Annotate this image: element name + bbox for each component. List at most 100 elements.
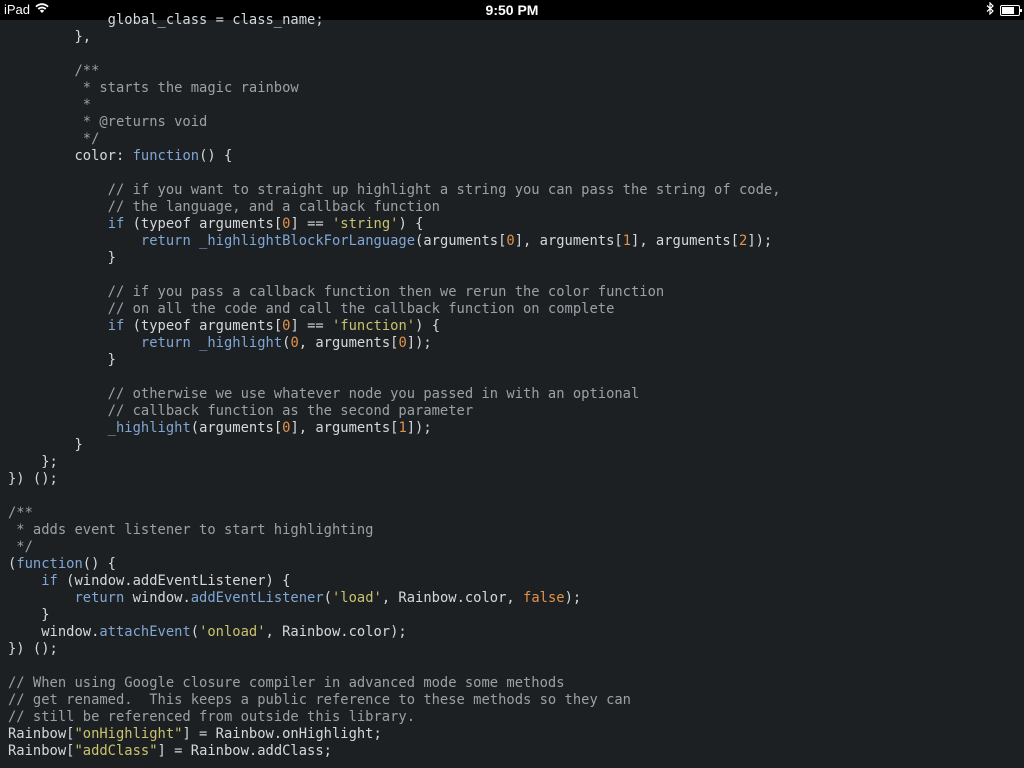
code-token-plain: () { (199, 148, 233, 164)
code-token-keyword: function (16, 556, 83, 572)
code-token-func: _highlight (107, 420, 191, 436)
code-line: // otherwise we use whatever node you pa… (8, 386, 1018, 403)
code-token-keyword: return (140, 233, 191, 249)
code-line: (function() { (8, 556, 1018, 573)
code-line: // if you pass a callback function then … (8, 284, 1018, 301)
code-token-plain: (arguments[ (415, 233, 507, 249)
code-line: return window.addEventListener('load', R… (8, 590, 1018, 607)
code-token-comment: // if you want to straight up highlight … (8, 182, 781, 198)
code-token-plain: ( (323, 590, 332, 606)
code-token-plain: ]); (406, 420, 432, 436)
code-line: } (8, 437, 1018, 454)
code-line: */ (8, 539, 1018, 556)
code-line: * adds event listener to start highlight… (8, 522, 1018, 539)
code-token-comment: * @returns void (8, 114, 208, 130)
code-token-comment: * starts the magic rainbow (8, 80, 299, 96)
code-token-comment: // still be referenced from outside this… (8, 709, 416, 725)
code-line: return _highlight(0, arguments[0]); (8, 335, 1018, 352)
code-token-plain: } (8, 607, 50, 623)
code-token-plain: (window.addEventListener) { (57, 573, 291, 589)
code-token-plain: ) { (415, 318, 440, 334)
code-token-string: 'string' (332, 216, 399, 232)
code-token-number: 0 (398, 335, 407, 351)
code-token-plain: ( (190, 624, 200, 640)
code-token-plain: ], arguments[ (290, 420, 399, 436)
code-line: * @returns void (8, 114, 1018, 131)
code-line: // still be referenced from outside this… (8, 709, 1018, 726)
code-token-plain: (typeof arguments[ (124, 318, 283, 334)
code-line: // on all the code and call the callback… (8, 301, 1018, 318)
code-token-string: 'load' (331, 590, 382, 606)
code-token-comment: */ (8, 131, 100, 147)
code-token-func: attachEvent (99, 624, 191, 640)
code-token-comment: * (8, 97, 92, 113)
code-token-keyword: return (140, 335, 191, 351)
code-token-plain: , Rainbow.color); (265, 624, 407, 640)
code-token-plain: , Rainbow.color, (381, 590, 524, 606)
code-token-keyword: if (41, 573, 58, 589)
code-token-plain: Rainbow[ (8, 743, 75, 759)
code-line: } (8, 607, 1018, 624)
code-token-comment: // get renamed. This keeps a public refe… (8, 692, 631, 708)
code-token-plain: } (8, 352, 116, 368)
code-line: // the language, and a callback function (8, 199, 1018, 216)
code-token-string: "addClass" (74, 743, 158, 759)
code-line: if (typeof arguments[0] == 'function') { (8, 318, 1018, 335)
code-token-comment: */ (8, 539, 33, 555)
code-line: global_class = class_name; (8, 12, 1018, 29)
code-line: } (8, 250, 1018, 267)
code-token-comment: // the language, and a callback function (8, 199, 440, 215)
code-line: }; (8, 454, 1018, 471)
code-token-comment: // on all the code and call the callback… (8, 301, 615, 317)
code-token-plain: window. (124, 590, 191, 606)
code-token-plain: () { (82, 556, 116, 572)
code-line: /** (8, 505, 1018, 522)
code-line: * starts the magic rainbow (8, 80, 1018, 97)
code-line: // if you want to straight up highlight … (8, 182, 1018, 199)
code-token-plain: }) (); (8, 471, 58, 487)
code-token-number: 1 (622, 233, 632, 249)
code-token-plain: Rainbow[ (8, 726, 75, 742)
code-line: Rainbow["onHighlight"] = Rainbow.onHighl… (8, 726, 1018, 743)
code-token-plain: global_class = class_name; (8, 12, 324, 28)
code-token-comment: // otherwise we use whatever node you pa… (8, 386, 640, 402)
code-token-plain: ); (564, 590, 582, 606)
code-token-comment: * adds event listener to start highlight… (8, 522, 374, 538)
code-token-plain: ] = Rainbow.onHighlight; (182, 726, 382, 742)
code-line: }) (); (8, 641, 1018, 658)
code-token-keyword: if (107, 318, 125, 334)
code-token-plain: } (8, 250, 116, 266)
code-token-string: 'onload' (199, 624, 266, 640)
code-line: /** (8, 63, 1018, 80)
code-line: */ (8, 131, 1018, 148)
code-line: }) (); (8, 471, 1018, 488)
code-token-func: addEventListener (190, 590, 324, 606)
code-token-plain: , arguments[ (298, 335, 399, 351)
code-token-comment: // callback function as the second param… (8, 403, 474, 419)
code-line: // When using Google closure compiler in… (8, 675, 1018, 692)
code-token-plain: color: (8, 148, 133, 164)
code-line: if (typeof arguments[0] == 'string') { (8, 216, 1018, 233)
code-token-comment: // When using Google closure compiler in… (8, 675, 565, 691)
code-token-keyword: if (107, 216, 125, 232)
code-token-plain: ] = Rainbow.addClass; (157, 743, 332, 759)
code-token-plain: ] == (290, 318, 332, 334)
code-token-func: _highlight (199, 335, 283, 351)
code-line: _highlight(arguments[0], arguments[1]); (8, 420, 1018, 437)
code-token-plain: }) (); (8, 641, 58, 657)
code-view[interactable]: global_class = class_name; }, /** * star… (8, 12, 1018, 768)
code-token-keyword: return (74, 590, 125, 606)
code-token-plain: (typeof arguments[ (124, 216, 283, 232)
code-token-keyword: function (132, 148, 200, 164)
code-line: } (8, 352, 1018, 369)
